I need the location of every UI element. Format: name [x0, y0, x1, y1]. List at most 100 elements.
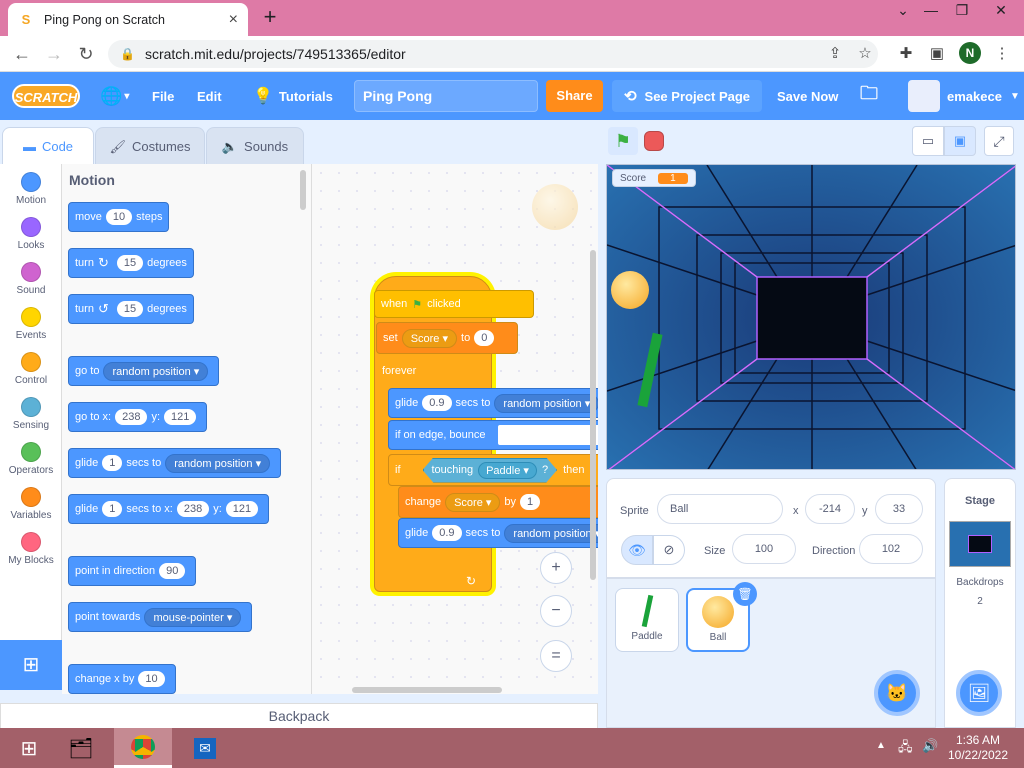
stop-button[interactable]	[644, 131, 664, 151]
tab-code[interactable]: ▬ Code	[2, 127, 94, 165]
script-vertical-scrollbar[interactable]	[590, 250, 596, 580]
tray-chevron-icon[interactable]: ▲	[876, 740, 886, 751]
block-dropdown[interactable]: random position ▾	[494, 393, 598, 413]
block-input[interactable]: 121	[225, 501, 259, 517]
category-looks[interactable]: Looks	[0, 213, 62, 258]
back-arrow-icon[interactable]: ←	[10, 42, 34, 66]
username-menu[interactable]: emakece ▼	[947, 72, 1020, 120]
see-project-page-button[interactable]: ⟲ See Project Page	[612, 80, 762, 112]
variable-dropdown[interactable]: Score ▾	[445, 492, 501, 512]
glide-random-block-2[interactable]: glide 0.9 secs to random position ▾	[398, 518, 598, 548]
script-horizontal-scrollbar[interactable]	[352, 687, 502, 693]
size-input[interactable]: 100	[732, 534, 796, 564]
block-dropdown[interactable]: mouse-pointer ▾	[144, 607, 242, 627]
block-input[interactable]: 10	[105, 209, 133, 225]
kebab-menu-icon[interactable]: ⋮	[992, 44, 1012, 64]
glide-to-xy-block[interactable]: glide 1 secs to x: 238 y: 121	[68, 494, 270, 524]
category-my-blocks[interactable]: My Blocks	[0, 528, 62, 573]
hide-sprite-button[interactable]: ⊘	[653, 535, 685, 565]
category-events[interactable]: Events	[0, 303, 62, 348]
zoom-in-button[interactable]: +	[540, 552, 572, 584]
show-sprite-button[interactable]: 👁	[621, 535, 653, 565]
category-control[interactable]: Control	[0, 348, 62, 393]
fullscreen-button[interactable]: ⤢	[984, 126, 1014, 156]
block-input[interactable]: 1	[102, 455, 123, 471]
sprite-name-input[interactable]: Ball	[657, 494, 783, 524]
block-input[interactable]: 1	[102, 501, 123, 517]
close-tab-icon[interactable]: ×	[229, 11, 238, 29]
category-variables[interactable]: Variables	[0, 483, 62, 528]
tab-sounds[interactable]: 🔈 Sounds	[206, 127, 304, 165]
go-to-xy-block[interactable]: go to x: 238 y: 121	[68, 402, 208, 432]
new-tab-button[interactable]: +	[258, 6, 282, 30]
block-input[interactable]: 1	[520, 494, 541, 510]
bookmark-star-icon[interactable]: ☆	[855, 44, 875, 64]
forward-arrow-icon[interactable]: →	[42, 42, 66, 66]
move-steps-block[interactable]: move 10 steps	[68, 202, 170, 232]
scratch-logo[interactable]: SCRATCH	[12, 84, 80, 108]
choose-backdrop-button[interactable]: 🖼	[956, 670, 1002, 716]
delete-sprite-button[interactable]: 🗑	[733, 582, 757, 606]
zoom-out-button[interactable]: −	[540, 595, 572, 627]
side-panel-icon[interactable]: ▣	[927, 44, 947, 64]
block-dropdown[interactable]: random position ▾	[504, 523, 598, 543]
user-avatar[interactable]	[908, 80, 940, 112]
block-input[interactable]: 0.9	[432, 525, 462, 541]
backpack-bar[interactable]: Backpack	[0, 703, 598, 729]
start-button[interactable]: ⊞	[0, 728, 58, 768]
block-dropdown[interactable]: random position ▾	[165, 453, 271, 473]
block-input[interactable]: 10	[138, 671, 165, 687]
tutorials-button[interactable]: 💡 Tutorials	[253, 72, 333, 120]
block-input[interactable]: 121	[164, 409, 197, 425]
forever-block-label[interactable]: forever	[376, 358, 486, 384]
chevron-down-icon[interactable]: ⌄	[888, 2, 918, 22]
turn-left-block[interactable]: turn ↺ 15 degrees	[68, 294, 194, 324]
folder-icon[interactable]: 🗀	[860, 72, 878, 120]
profile-avatar[interactable]: N	[959, 42, 981, 64]
volume-icon[interactable]: 🔊	[922, 738, 938, 754]
browser-tab[interactable]: S Ping Pong on Scratch ×	[8, 3, 248, 36]
touching-dropdown[interactable]: Paddle ▾	[478, 461, 537, 479]
when-flag-clicked-block[interactable]: when ⚑ clicked	[374, 290, 534, 318]
turn-right-block[interactable]: turn ↻ 15 degrees	[68, 248, 194, 278]
zoom-reset-button[interactable]: =	[540, 640, 572, 672]
touching-sensing-block[interactable]: touching Paddle ▾?	[422, 457, 558, 483]
address-bar[interactable]: 🔒 scratch.mit.edu/projects/749513365/edi…	[108, 40, 878, 68]
large-stage-button[interactable]: ▣	[944, 126, 976, 156]
restore-button[interactable]: ❐	[947, 2, 977, 22]
category-operators[interactable]: Operators	[0, 438, 62, 483]
block-input[interactable]: 15	[116, 301, 144, 317]
network-icon[interactable]: 🖧	[898, 738, 913, 760]
edit-menu[interactable]: Edit	[197, 72, 222, 120]
category-motion[interactable]: Motion	[0, 168, 62, 213]
set-variable-block[interactable]: set Score ▾ to 0	[376, 322, 518, 354]
if-on-edge-bounce-block[interactable]: if on edge, bounce	[388, 420, 598, 450]
variable-dropdown[interactable]: Score ▾	[401, 328, 458, 348]
y-position-input[interactable]: 33	[875, 494, 923, 524]
script-area[interactable]: when ⚑ clicked set Score ▾ to 0 forever glide…	[312, 164, 598, 694]
sprite-thumb-paddle[interactable]: Paddle	[615, 588, 679, 652]
extensions-puzzle-icon[interactable]: ✚	[896, 44, 916, 64]
choose-sprite-button[interactable]: 🐱	[874, 670, 920, 716]
block-input[interactable]: 90	[159, 563, 186, 579]
close-window-button[interactable]: ✕	[986, 2, 1016, 22]
glide-random-block[interactable]: glide 0.9 secs to random position ▾	[388, 388, 598, 418]
block-dropdown[interactable]: random position ▾	[103, 361, 209, 381]
save-now-button[interactable]: Save Now	[777, 72, 838, 120]
language-globe-icon[interactable]: 🌐 ▾	[100, 72, 129, 120]
go-to-block[interactable]: go to random position ▾	[68, 356, 220, 386]
glide-to-block[interactable]: glide 1 secs to random position ▾	[68, 448, 282, 478]
change-variable-block[interactable]: change Score ▾ by 1	[398, 486, 598, 518]
mail-button[interactable]: ✉	[176, 728, 234, 768]
point-towards-block[interactable]: point towards mouse-pointer ▾	[68, 602, 253, 632]
direction-input[interactable]: 102	[859, 534, 923, 564]
stage-canvas[interactable]	[606, 164, 1016, 470]
category-sensing[interactable]: Sensing	[0, 393, 62, 438]
green-flag-button[interactable]: ⚑	[608, 127, 638, 155]
block-input[interactable]: 238	[176, 501, 210, 517]
file-explorer-button[interactable]: 🗂	[52, 728, 110, 768]
project-title-input[interactable]: Ping Pong	[354, 80, 538, 112]
block-input[interactable]: 0	[474, 330, 495, 346]
chrome-taskbar-button[interactable]	[114, 728, 172, 768]
x-position-input[interactable]: -214	[805, 494, 855, 524]
